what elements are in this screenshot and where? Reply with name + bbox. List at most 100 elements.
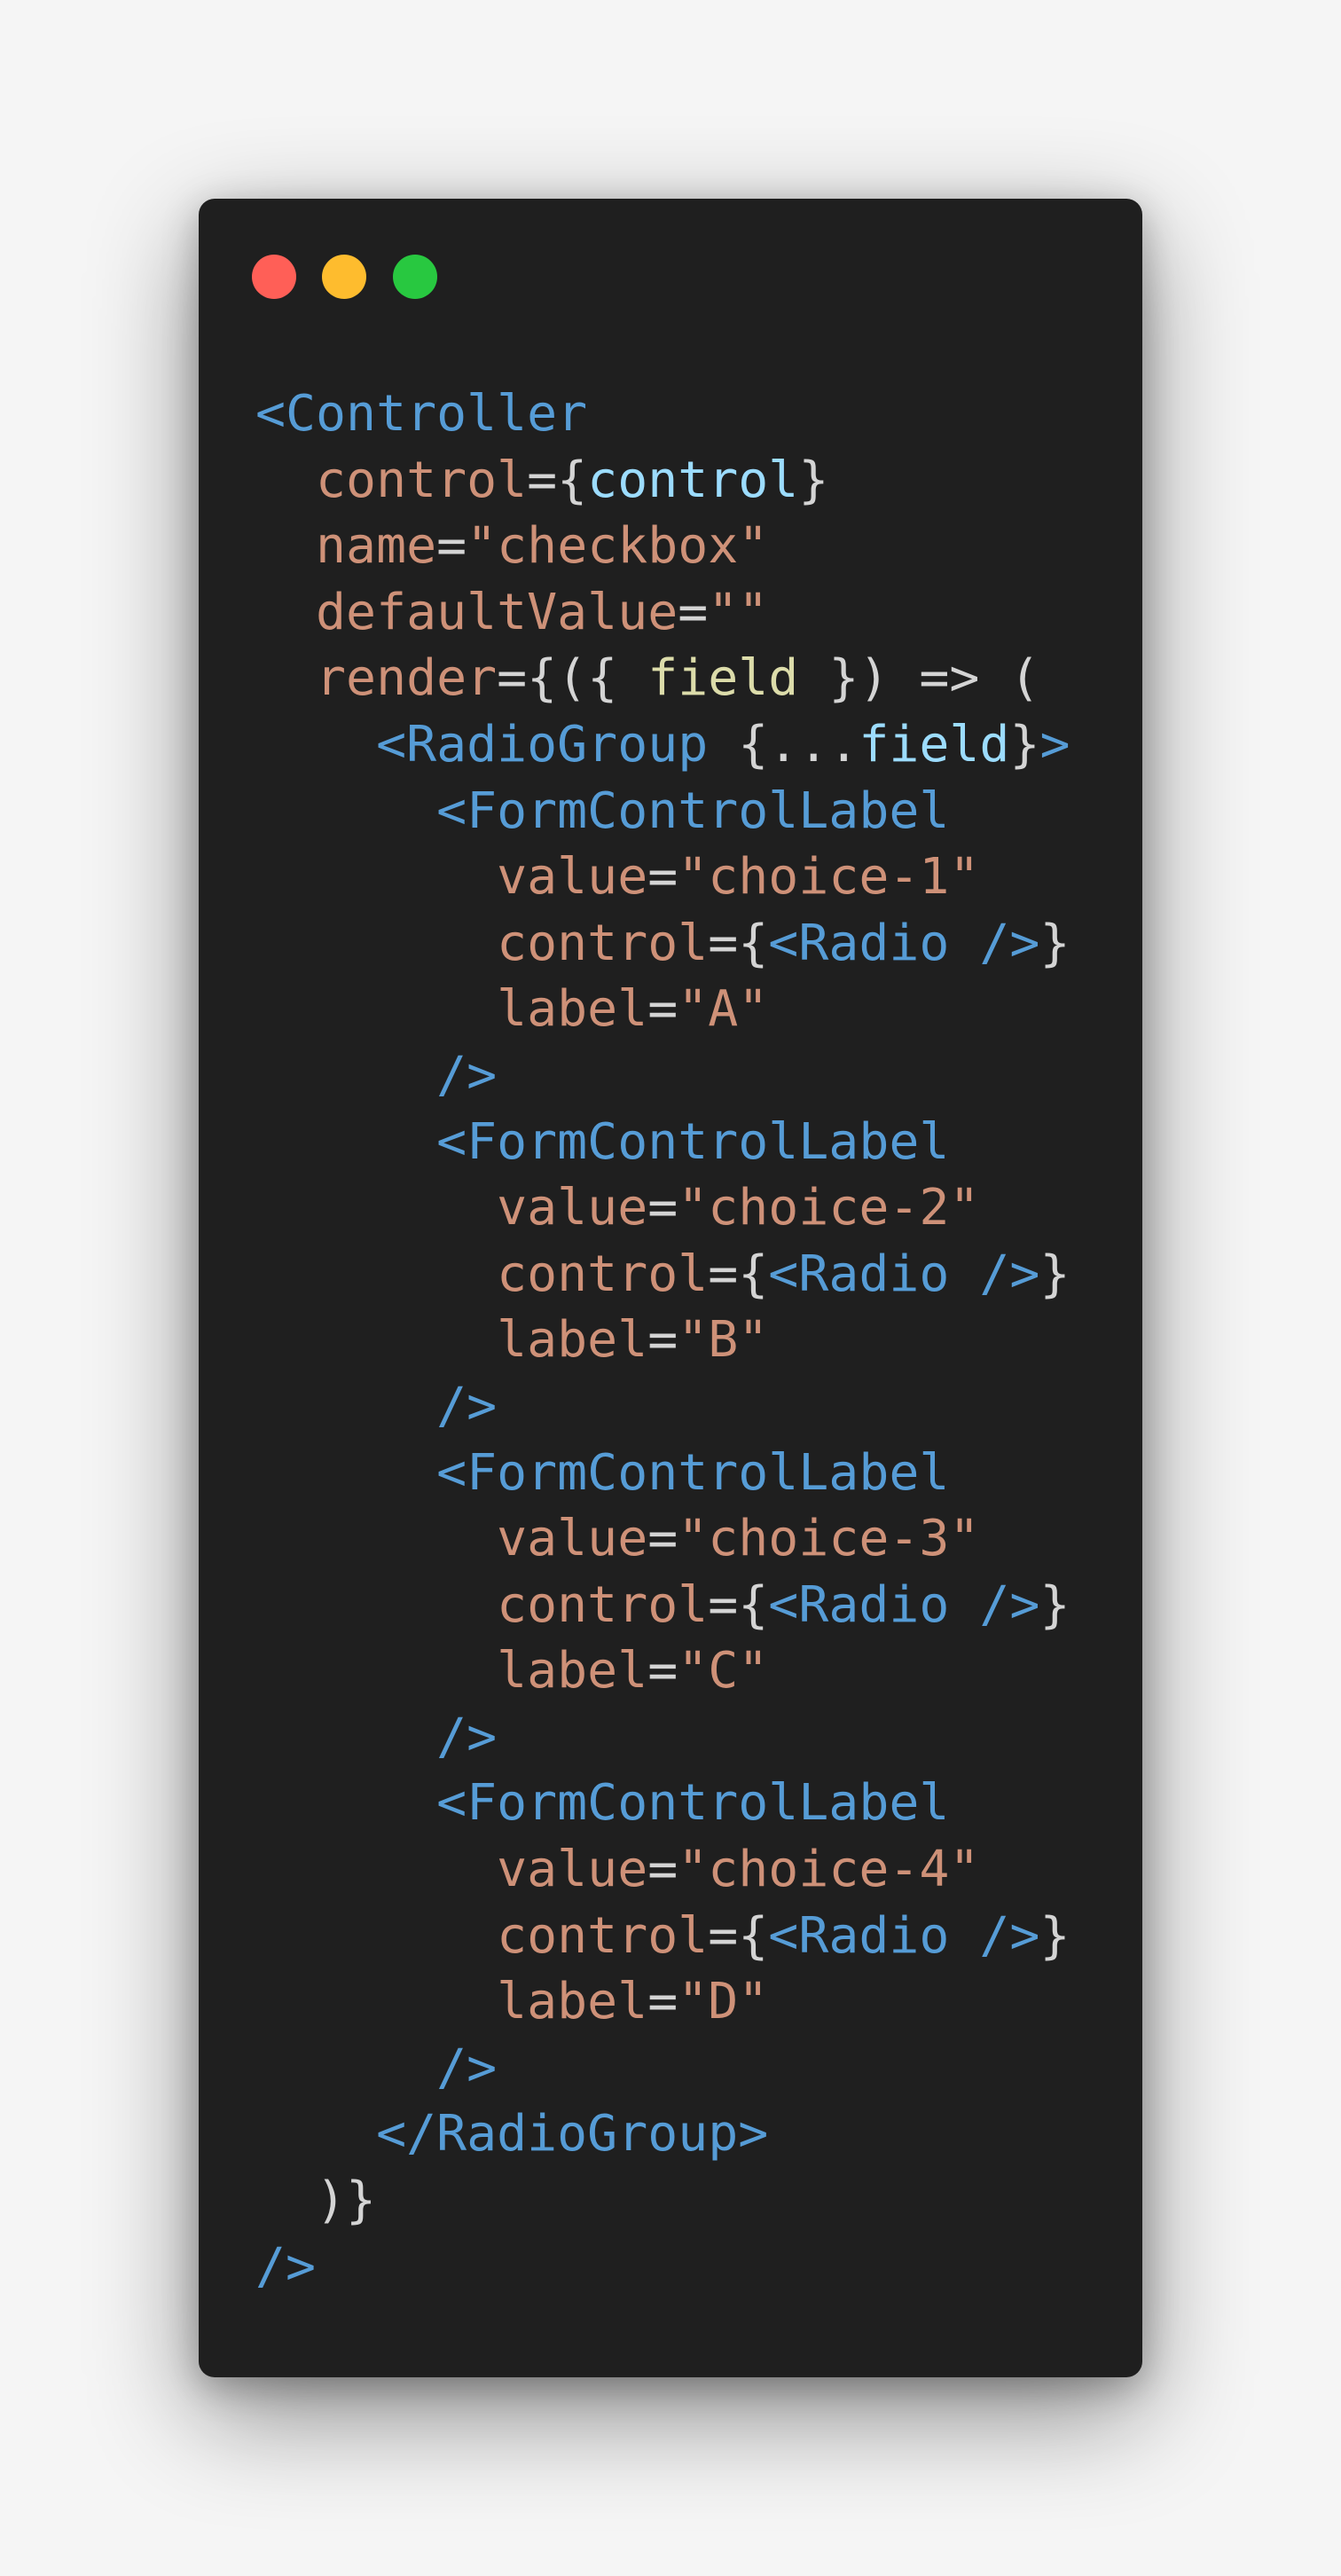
code-token: }: [1039, 1245, 1070, 1303]
code-token: value: [255, 848, 648, 907]
code-line: value="choice-4": [255, 1837, 1125, 1904]
code-token: ={({: [497, 649, 648, 708]
code-line: )}: [255, 2168, 1125, 2234]
code-line: label="D": [255, 1969, 1125, 2036]
maximize-window-button[interactable]: [393, 255, 437, 299]
code-token: ={: [708, 1575, 769, 1634]
code-token: value: [255, 1841, 648, 1899]
code-token: value: [255, 1510, 648, 1568]
code-token: <FormControlLabel: [255, 1443, 950, 1502]
code-token: </RadioGroup>: [255, 2105, 769, 2164]
code-token: "choice-2": [678, 1179, 980, 1237]
code-token: <Radio />: [768, 1245, 1040, 1303]
code-token: />: [255, 1708, 498, 1766]
code-token: {...: [738, 715, 859, 774]
code-line: />: [255, 1374, 1125, 1441]
code-token: />: [255, 2237, 317, 2296]
code-token: <RadioGroup: [255, 715, 739, 774]
code-token: "": [708, 583, 769, 641]
code-token: ={: [527, 451, 588, 509]
code-token: control: [587, 451, 799, 509]
code-token: }: [1009, 715, 1040, 774]
code-token: }: [1039, 914, 1070, 972]
code-token: =: [647, 1311, 678, 1370]
code-token: <FormControlLabel: [255, 1112, 950, 1171]
code-line: <FormControlLabel: [255, 1441, 1125, 1507]
code-token: control: [255, 1906, 709, 1965]
code-token: control: [255, 1575, 709, 1634]
code-line: <Controller: [255, 381, 1125, 448]
code-token: control: [255, 914, 709, 972]
minimize-window-button[interactable]: [322, 255, 366, 299]
code-block: <Controller control={control} name="chec…: [255, 381, 1125, 2300]
code-token: label: [255, 1973, 648, 2031]
code-token: "choice-4": [678, 1841, 980, 1899]
code-token: "C": [678, 1642, 769, 1700]
code-token: label: [255, 980, 648, 1039]
code-token: "checkbox": [467, 517, 769, 576]
code-token: "B": [678, 1311, 769, 1370]
code-line: name="checkbox": [255, 514, 1125, 580]
code-line: value="choice-3": [255, 1506, 1125, 1573]
code-line: />: [255, 1705, 1125, 1771]
code-line: control={<Radio />}: [255, 911, 1125, 978]
code-line: defaultValue="": [255, 580, 1125, 647]
code-line: />: [255, 1043, 1125, 1110]
code-token: =: [647, 1642, 678, 1700]
code-token: />: [255, 1046, 498, 1104]
code-line: control={<Radio />}: [255, 1573, 1125, 1639]
code-token: />: [255, 2038, 498, 2097]
code-token: =: [436, 517, 467, 576]
code-token: =: [678, 583, 709, 641]
code-token: <Radio />: [768, 1906, 1040, 1965]
code-token: ={: [708, 914, 769, 972]
code-line: render={({ field }) => (: [255, 646, 1125, 712]
code-token: =: [647, 980, 678, 1039]
code-token: ={: [708, 1906, 769, 1965]
code-token: "choice-1": [678, 848, 980, 907]
code-token: >: [1039, 715, 1070, 774]
code-token: />: [255, 1377, 498, 1435]
code-token: =: [647, 1179, 678, 1237]
code-line: <RadioGroup {...field}>: [255, 712, 1125, 779]
code-token: ={: [708, 1245, 769, 1303]
code-token: field: [647, 649, 799, 708]
code-line: />: [255, 2234, 1125, 2301]
code-token: =: [647, 1973, 678, 2031]
code-token: }: [1039, 1906, 1070, 1965]
code-token: render: [255, 649, 498, 708]
code-token: value: [255, 1179, 648, 1237]
code-line: />: [255, 2036, 1125, 2102]
code-token: =: [647, 1510, 678, 1568]
code-token: "A": [678, 980, 769, 1039]
code-token: <Radio />: [768, 914, 1040, 972]
page: { "window_controls": { "close_color": "#…: [0, 0, 1341, 2576]
code-line: label="A": [255, 977, 1125, 1043]
code-line: <FormControlLabel: [255, 1110, 1125, 1176]
code-line: label="C": [255, 1638, 1125, 1705]
code-line: <FormControlLabel: [255, 1771, 1125, 1837]
code-token: field: [859, 715, 1010, 774]
code-line: value="choice-2": [255, 1175, 1125, 1242]
code-token: <FormControlLabel: [255, 781, 950, 840]
code-token: }) => (: [798, 649, 1040, 708]
code-line: label="B": [255, 1308, 1125, 1374]
code-token: "D": [678, 1973, 769, 2031]
code-token: defaultValue: [255, 583, 678, 641]
code-line: control={<Radio />}: [255, 1242, 1125, 1308]
code-token: =: [647, 848, 678, 907]
code-token: <Controller: [255, 385, 588, 443]
code-token: control: [255, 451, 528, 509]
code-line: </RadioGroup>: [255, 2101, 1125, 2168]
close-window-button[interactable]: [252, 255, 296, 299]
code-token: }: [798, 451, 829, 509]
code-token: )}: [255, 2172, 377, 2230]
code-token: label: [255, 1642, 648, 1700]
code-token: }: [1039, 1575, 1070, 1634]
code-token: label: [255, 1311, 648, 1370]
code-token: "choice-3": [678, 1510, 980, 1568]
code-token: <FormControlLabel: [255, 1774, 950, 1833]
code-token: name: [255, 517, 437, 576]
code-token: =: [647, 1841, 678, 1899]
code-line: control={control}: [255, 448, 1125, 514]
